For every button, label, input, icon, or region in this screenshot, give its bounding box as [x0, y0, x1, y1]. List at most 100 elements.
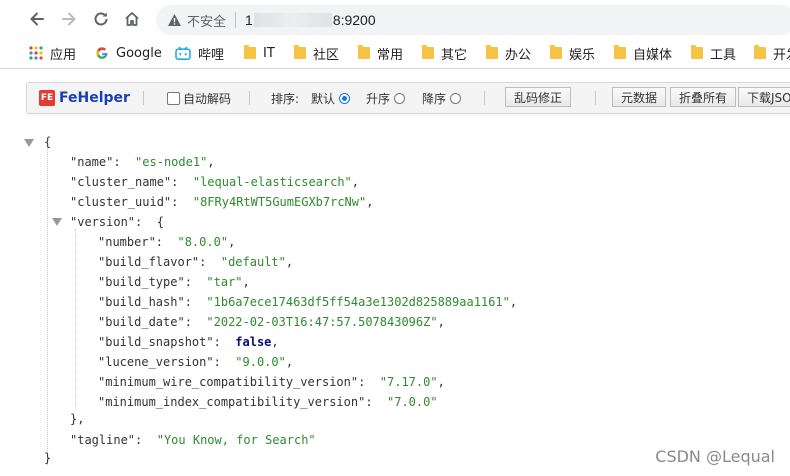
bilibili-icon: [175, 46, 191, 60]
bookmark-label: 娱乐: [569, 47, 596, 63]
sort-default-radio[interactable]: 默认: [311, 90, 351, 107]
json-key: "build_type": [98, 275, 185, 289]
bookmark-label: Google: [116, 45, 162, 61]
home-button[interactable]: [121, 8, 143, 30]
bookmark-apps[interactable]: 应用: [29, 44, 77, 63]
bookmark-folder-selfmedia[interactable]: 自媒体: [614, 44, 672, 63]
json-value: "es-node1": [135, 155, 208, 169]
download-json-button[interactable]: 下载JSON: [738, 87, 790, 107]
json-value: "7.0.0": [387, 395, 438, 409]
arrow-left-icon: [30, 12, 44, 26]
sort-option-label: 升序: [366, 92, 391, 106]
bookmark-folder-other[interactable]: 其它: [422, 44, 468, 63]
json-key: "number": [98, 235, 156, 249]
fehelper-logo[interactable]: FE FeHelper: [39, 90, 130, 106]
toolbar-divider: [143, 91, 144, 105]
json-value: "lequal-elasticsearch": [192, 175, 352, 189]
json-open-brace: {: [44, 135, 52, 149]
json-row-cluster-name: "cluster_name": "lequal-elasticsearch",: [70, 175, 360, 189]
bookmark-folder-community[interactable]: 社区: [294, 44, 339, 63]
fehelper-badge-icon: FE: [39, 90, 55, 106]
collapse-toggle-icon[interactable]: [24, 139, 34, 147]
folder-icon: [486, 45, 498, 59]
reload-button[interactable]: [90, 8, 112, 30]
json-key: "version": [70, 215, 136, 229]
fehelper-panel: FE FeHelper 自动解码 排序: 默认 升序 降序 乱码修正 元数据 折…: [0, 69, 790, 121]
checkbox-box[interactable]: [167, 92, 180, 105]
folder-icon: [691, 45, 703, 59]
address-bar[interactable]: 不安全 1 8:9200: [156, 5, 790, 35]
json-row-min-wire: "minimum_wire_compatibility_version": "7…: [98, 375, 445, 389]
bookmark-folder-common[interactable]: 常用: [358, 44, 404, 63]
json-key: "build_date": [98, 315, 185, 329]
back-button[interactable]: [26, 8, 48, 30]
json-value: "1b6a7ece17463df5ff54a3e1302d825889aa116…: [206, 295, 510, 309]
bookmark-label: 常用: [377, 47, 404, 63]
sort-asc-radio[interactable]: 升序: [366, 90, 406, 107]
bookmark-bilibili[interactable]: 哔哩: [175, 44, 225, 63]
json-key: "cluster_uuid": [70, 195, 172, 209]
toolbar-divider: [484, 91, 485, 105]
bookmark-label: 办公: [505, 47, 532, 63]
json-value: "tar": [206, 275, 243, 289]
bookmark-google[interactable]: Google: [95, 44, 162, 62]
sort-desc-radio[interactable]: 降序: [422, 90, 462, 107]
warning-icon[interactable]: [167, 13, 182, 27]
url-prefix: 1: [245, 12, 253, 28]
json-key: "build_hash": [98, 295, 185, 309]
bookmark-label: 其它: [441, 47, 468, 63]
indent-guide: [47, 145, 48, 465]
folder-icon: [422, 45, 434, 59]
folder-icon: [358, 45, 370, 59]
bookmark-folder-it[interactable]: IT: [244, 44, 275, 62]
bookmark-label: 开发: [773, 47, 790, 63]
radio-unselected[interactable]: [450, 93, 462, 104]
home-icon: [125, 12, 139, 26]
auto-decode-checkbox[interactable]: 自动解码: [167, 90, 231, 107]
sort-option-label: 降序: [422, 92, 447, 106]
radio-selected[interactable]: [339, 93, 351, 104]
collapse-all-button[interactable]: 折叠所有: [670, 87, 737, 107]
bookmark-folder-entertainment[interactable]: 娱乐: [550, 44, 596, 63]
apps-grid-icon: [29, 46, 43, 60]
bookmark-label: 应用: [50, 47, 77, 63]
json-value: false: [235, 335, 272, 349]
arrow-right-icon: [62, 12, 76, 26]
folder-icon: [614, 45, 626, 59]
sort-option-label: 默认: [311, 92, 336, 106]
json-row-build-snapshot: "build_snapshot": false,: [98, 335, 279, 349]
json-row-build-flavor: "build_flavor": "default",: [98, 255, 294, 269]
fehelper-logo-text: FeHelper: [59, 90, 130, 106]
reload-icon: [94, 12, 108, 26]
json-value: "8FRy4RtWT5GumEGXb7rcNw": [192, 195, 367, 209]
bookmark-label: IT: [263, 45, 275, 61]
forward-button[interactable]: [58, 8, 80, 30]
omnibox-divider: [235, 12, 237, 28]
watermark: CSDN @Lequal: [655, 447, 775, 466]
url-suffix: 8:9200: [332, 12, 376, 28]
security-label[interactable]: 不安全: [187, 11, 226, 30]
fix-encoding-button[interactable]: 乱码修正: [505, 87, 572, 107]
json-row-lucene-version: "lucene_version": "9.0.0",: [98, 355, 294, 369]
auto-decode-label: 自动解码: [183, 92, 232, 106]
folder-icon: [754, 45, 766, 59]
json-value: "2022-02-03T16:47:57.507843096Z": [206, 315, 438, 329]
url-text[interactable]: 1 8:9200: [245, 12, 376, 28]
collapse-toggle-icon[interactable]: [52, 218, 62, 226]
folder-icon: [294, 45, 306, 59]
folder-icon: [244, 45, 256, 59]
bookmark-folder-tools[interactable]: 工具: [691, 44, 736, 63]
metadata-button[interactable]: 元数据: [612, 87, 667, 107]
toolbar-divider: [249, 91, 250, 105]
json-value: "default": [220, 255, 286, 269]
json-row-build-date: "build_date": "2022-02-03T16:47:57.50784…: [98, 315, 445, 329]
browser-toolbar: 不安全 1 8:9200: [0, 0, 790, 38]
json-value: "8.0.0": [177, 235, 229, 249]
radio-unselected[interactable]: [394, 93, 406, 104]
bookmark-folder-dev[interactable]: 开发: [754, 44, 790, 63]
json-close-brace: }: [44, 451, 52, 465]
bookmark-folder-office[interactable]: 办公: [486, 44, 532, 63]
json-version-close: },: [70, 412, 85, 426]
bookmark-label: 哔哩: [198, 47, 225, 63]
folder-icon: [550, 45, 562, 59]
